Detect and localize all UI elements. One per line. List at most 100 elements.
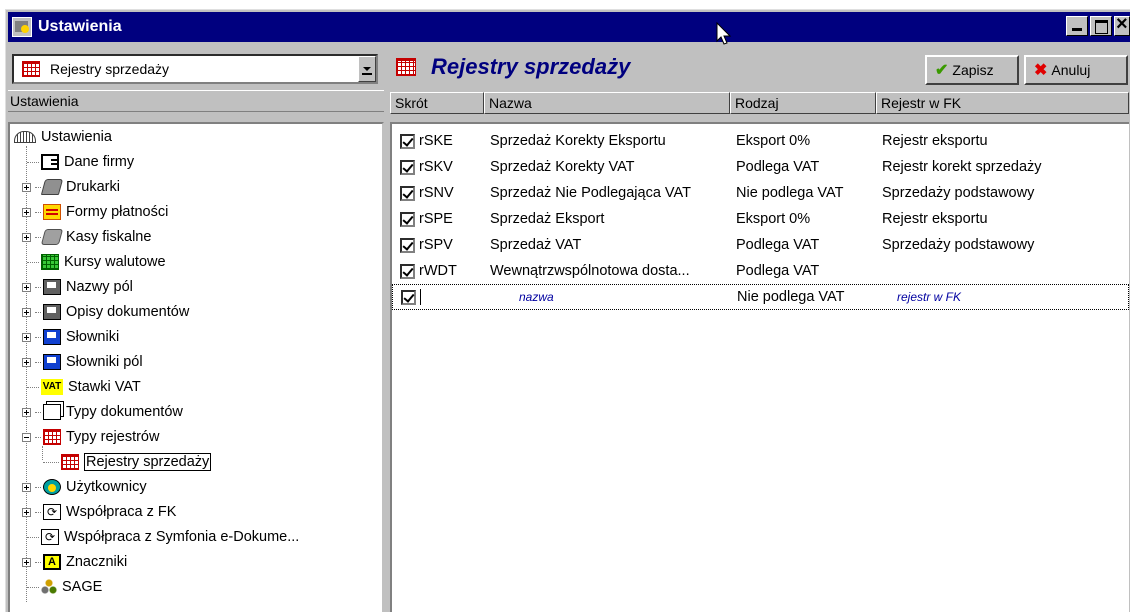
- tree-connector: [27, 386, 39, 388]
- grid-header: Skrót Nazwa Rodzaj Rejestr w FK: [390, 92, 1129, 114]
- enabled-checkbox[interactable]: [400, 237, 415, 253]
- tree-item-tags[interactable]: A Znaczniki: [22, 550, 127, 574]
- name-input[interactable]: nazwa: [491, 290, 737, 304]
- field-names-icon: [43, 279, 61, 295]
- tree-item-vat-rates[interactable]: VAT Stawki VAT: [27, 375, 141, 399]
- column-header-name[interactable]: Nazwa: [484, 92, 730, 114]
- table-row[interactable]: rWDT Wewnątrzwspólnotowa dosta... Podleg…: [392, 258, 1129, 284]
- tree-item-document-descriptions[interactable]: Opisy dokumentów: [22, 300, 189, 324]
- enabled-checkbox[interactable]: [401, 289, 416, 305]
- kind-select[interactable]: Nie podlega VAT: [737, 289, 883, 305]
- sales-register-icon: [61, 454, 79, 470]
- column-header-kind[interactable]: Rodzaj: [730, 92, 876, 114]
- tree-item-field-dictionaries[interactable]: Słowniki pól: [22, 350, 143, 374]
- save-button[interactable]: ✔ Zapisz: [925, 55, 1019, 85]
- enabled-checkbox[interactable]: [400, 263, 415, 279]
- expand-icon[interactable]: [22, 182, 31, 192]
- vat-icon: VAT: [41, 379, 63, 395]
- tree-connector: [35, 486, 41, 488]
- table-row[interactable]: rSPV Sprzedaż VAT Podlega VAT Sprzedaży …: [392, 232, 1129, 258]
- tree-item-exchange-rates[interactable]: Kursy walutowe: [27, 250, 166, 274]
- tree-item-label: Opisy dokumentów: [66, 304, 190, 320]
- cell-name: Wewnątrzwspólnotowa dosta...: [490, 263, 690, 279]
- tree-item-printers[interactable]: Drukarki: [22, 175, 120, 199]
- column-header-code[interactable]: Skrót: [390, 92, 484, 114]
- tree-connector: [27, 261, 39, 263]
- table-row[interactable]: rSPE Sprzedaż Eksport Eksport 0% Rejestr…: [392, 206, 1129, 232]
- maximize-button[interactable]: [1090, 16, 1112, 36]
- table-row[interactable]: rSKV Sprzedaż Korekty VAT Podlega VAT Re…: [392, 154, 1129, 180]
- tree-item-root[interactable]: Ustawienia: [14, 125, 112, 149]
- save-label: Zapisz: [952, 62, 994, 78]
- tree-item-document-types[interactable]: Typy dokumentów: [22, 400, 183, 424]
- tree-header: Ustawienia: [8, 90, 384, 112]
- close-button[interactable]: [1114, 16, 1130, 36]
- new-row[interactable]: nazwa Nie podlega VAT rejestr w FK: [392, 284, 1129, 310]
- expand-icon[interactable]: [22, 507, 31, 517]
- code-input[interactable]: [420, 289, 491, 305]
- tree-item-sales-registers[interactable]: Rejestry sprzedaży: [43, 450, 212, 474]
- tree-item-edocuments-integration[interactable]: ⟳ Współpraca z Symfonia e-Dokume...: [27, 525, 299, 549]
- tree-item-label: SAGE: [62, 579, 103, 595]
- minimize-button[interactable]: [1066, 16, 1088, 36]
- combobox-value: Rejestry sprzedaży: [50, 61, 170, 77]
- tree-connector: [35, 411, 41, 413]
- expand-icon[interactable]: [22, 482, 31, 492]
- tag-icon: A: [43, 554, 61, 570]
- cancel-button[interactable]: ✖ Anuluj: [1024, 55, 1128, 85]
- tree-item-label: Dane firmy: [64, 154, 135, 170]
- enabled-checkbox[interactable]: [400, 159, 415, 175]
- cell-name: Sprzedaż Eksport: [490, 211, 605, 227]
- enabled-checkbox[interactable]: [400, 185, 415, 201]
- tree-item-sage[interactable]: SAGE: [27, 575, 102, 599]
- cell-fk-register: Rejestr korekt sprzedaży: [882, 159, 1042, 175]
- tree-item-field-names[interactable]: Nazwy pól: [22, 275, 133, 299]
- title-bar[interactable]: Ustawienia: [8, 12, 1130, 42]
- cell-kind: Nie podlega VAT: [736, 185, 844, 201]
- expand-icon[interactable]: [22, 307, 31, 317]
- tree-item-users[interactable]: Użytkownicy: [22, 475, 147, 499]
- sage-icon: [41, 579, 57, 595]
- cell-fk-register: Sprzedaży podstawowy: [882, 237, 1035, 253]
- tree-item-fk-integration[interactable]: ⟳ Współpraca z FK: [22, 500, 176, 524]
- tree-connector: [35, 336, 41, 338]
- cell-code: rSKV: [419, 159, 453, 175]
- tree-item-cash-registers[interactable]: Kasy fiskalne: [22, 225, 151, 249]
- tree-item-label: Kasy fiskalne: [66, 229, 152, 245]
- tree-item-company-data[interactable]: Dane firmy: [27, 150, 134, 174]
- expand-icon[interactable]: [22, 207, 31, 217]
- section-combobox[interactable]: Rejestry sprzedaży: [12, 54, 378, 84]
- expand-icon[interactable]: [22, 557, 31, 567]
- enabled-checkbox[interactable]: [400, 211, 415, 227]
- registers-grid[interactable]: rSKE Sprzedaż Korekty Eksportu Eksport 0…: [390, 122, 1129, 612]
- tree-connector: [35, 236, 41, 238]
- settings-tree[interactable]: Ustawienia Dane firmy Drukarki Formy pła…: [8, 122, 384, 612]
- fk-register-input[interactable]: rejestr w FK: [883, 290, 1123, 304]
- table-row[interactable]: rSKE Sprzedaż Korekty Eksportu Eksport 0…: [392, 128, 1129, 154]
- printer-icon: [40, 179, 64, 195]
- tree-item-label: Nazwy pól: [66, 279, 133, 295]
- tree-connector: [27, 586, 39, 588]
- tree-item-payment-forms[interactable]: Formy płatności: [22, 200, 168, 224]
- table-row[interactable]: rSNV Sprzedaż Nie Podlegająca VAT Nie po…: [392, 180, 1129, 206]
- tree-item-dictionaries[interactable]: Słowniki: [22, 325, 119, 349]
- expand-icon[interactable]: [22, 232, 31, 242]
- cell-kind: Podlega VAT: [736, 237, 820, 253]
- tree-connector: [35, 561, 41, 563]
- document-types-icon: [43, 404, 61, 420]
- chevron-down-icon[interactable]: [358, 56, 376, 82]
- tree-root-icon: [14, 131, 36, 143]
- app-icon: [12, 17, 32, 37]
- enabled-checkbox[interactable]: [400, 133, 415, 149]
- tree-item-label: Kursy walutowe: [64, 254, 166, 270]
- window-title: Ustawienia: [38, 18, 122, 35]
- expand-icon[interactable]: [22, 407, 31, 417]
- expand-icon[interactable]: [22, 282, 31, 292]
- expand-icon[interactable]: [22, 332, 31, 342]
- field-dictionary-icon: [43, 354, 61, 370]
- expand-icon[interactable]: [22, 357, 31, 367]
- column-header-fk-register[interactable]: Rejestr w FK: [876, 92, 1129, 114]
- collapse-icon[interactable]: [22, 432, 31, 442]
- tree-item-register-types[interactable]: Typy rejestrów: [22, 425, 159, 449]
- cell-code: rSKE: [419, 133, 453, 149]
